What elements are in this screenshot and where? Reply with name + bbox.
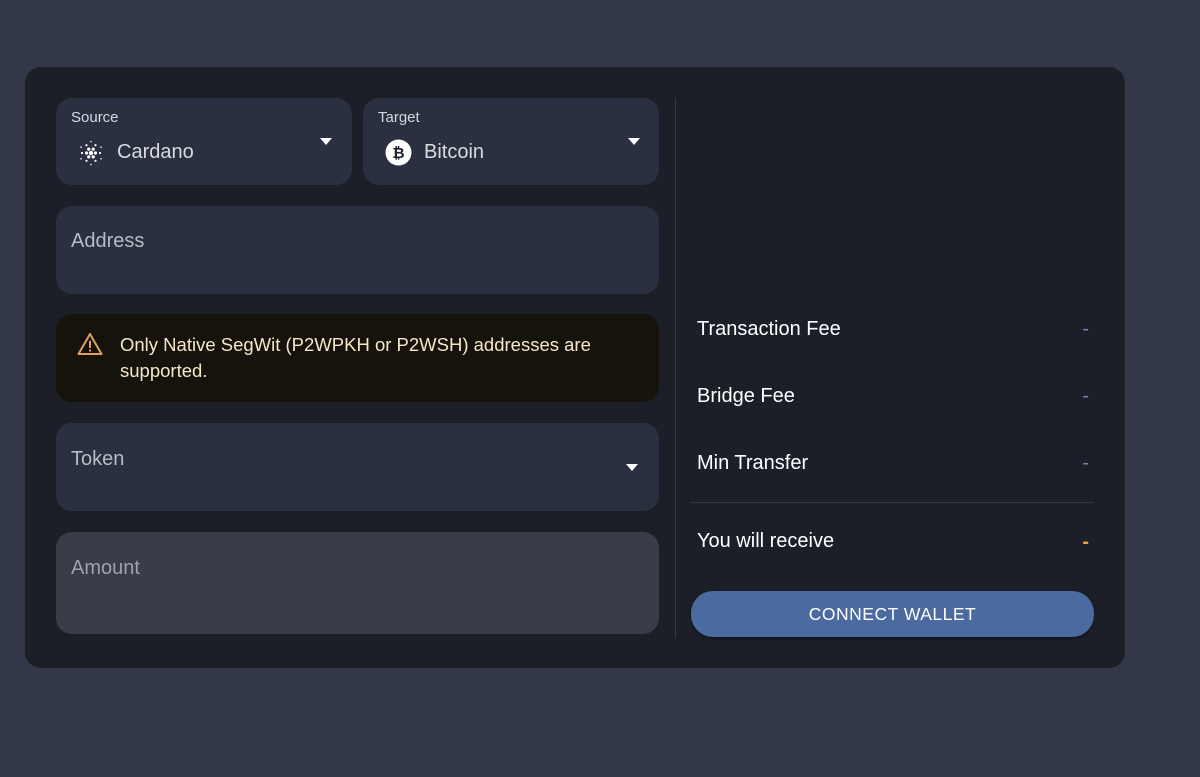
chevron-down-icon xyxy=(320,138,332,145)
chevron-down-icon xyxy=(628,138,640,145)
min-transfer-value: - xyxy=(1082,452,1089,474)
bitcoin-icon: ₿ xyxy=(385,139,412,166)
bridge-fee-value: - xyxy=(1082,385,1089,407)
warning-triangle-icon xyxy=(77,332,103,356)
target-value: Bitcoin xyxy=(424,141,485,163)
target-chain-select[interactable]: Target ₿ Bitcoin xyxy=(363,98,659,185)
amount-input[interactable]: Amount xyxy=(56,532,659,634)
source-chain-select[interactable]: Source Cardano xyxy=(56,98,352,185)
target-label: Target xyxy=(378,109,420,126)
transaction-fee-value: - xyxy=(1082,318,1089,340)
svg-text:₿: ₿ xyxy=(392,144,404,162)
address-warning: Only Native SegWit (P2WPKH or P2WSH) add… xyxy=(56,314,659,402)
warning-text: Only Native SegWit (P2WPKH or P2WSH) add… xyxy=(120,334,591,381)
connect-wallet-button[interactable]: CONNECT WALLET xyxy=(691,591,1094,637)
receive-value: - xyxy=(1082,531,1089,553)
column-divider xyxy=(675,98,676,638)
address-placeholder: Address xyxy=(71,230,145,252)
address-input[interactable]: Address xyxy=(56,206,659,294)
source-label: Source xyxy=(71,109,119,126)
bridge-fee-label: Bridge Fee xyxy=(697,385,795,407)
token-placeholder: Token xyxy=(71,448,125,470)
chevron-down-icon xyxy=(626,464,638,471)
cardano-icon xyxy=(77,139,105,167)
token-select[interactable]: Token xyxy=(56,423,659,511)
summary-divider xyxy=(690,502,1094,503)
receive-label: You will receive xyxy=(697,530,835,552)
amount-placeholder: Amount xyxy=(71,557,140,579)
source-value: Cardano xyxy=(117,141,194,163)
min-transfer-label: Min Transfer xyxy=(697,452,809,474)
transaction-fee-label: Transaction Fee xyxy=(697,318,841,340)
